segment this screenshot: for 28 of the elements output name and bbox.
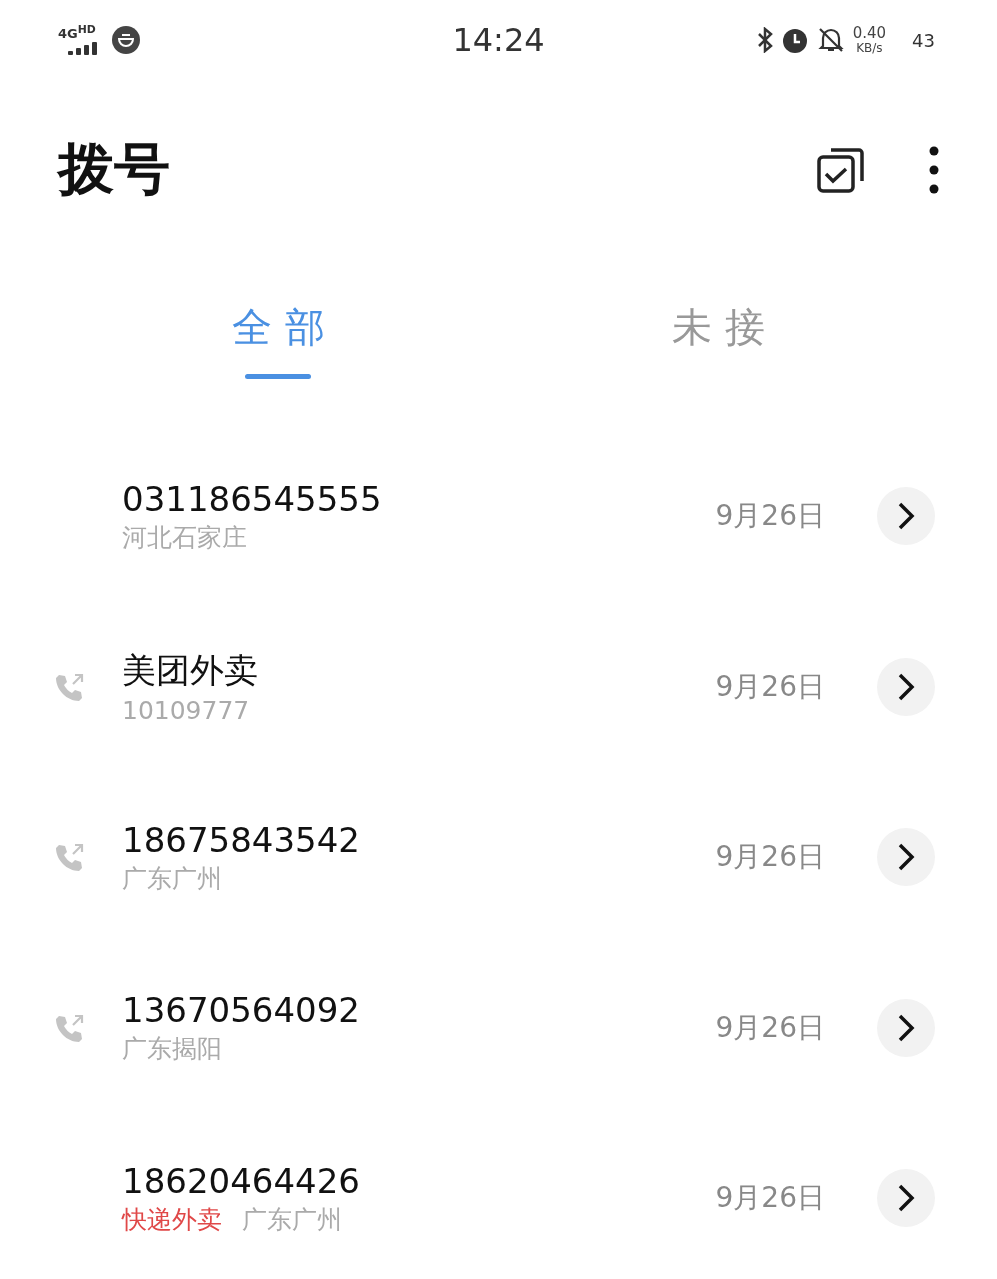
call-detail: 广东揭阳 bbox=[122, 1033, 222, 1066]
contact-name: 18675843542 bbox=[122, 819, 361, 860]
alarm-icon bbox=[780, 26, 809, 54]
clock-time: 14:24 bbox=[452, 21, 545, 59]
call-date: 9月26日 bbox=[715, 668, 825, 705]
bluetooth-icon bbox=[756, 27, 773, 53]
contact-name: 18620464426 bbox=[122, 1160, 361, 1201]
call-detail: 广东广州 bbox=[242, 1203, 342, 1236]
contact-name: 美团外卖 bbox=[122, 649, 259, 693]
call-date: 9月26日 bbox=[715, 1180, 825, 1217]
notification-icon bbox=[112, 26, 140, 54]
call-detail: 河北石家庄 bbox=[122, 521, 247, 554]
more-menu-icon[interactable] bbox=[929, 146, 939, 194]
battery-level: 43 bbox=[912, 29, 935, 51]
muted-bell-icon bbox=[816, 26, 845, 54]
contact-name: 031186545555 bbox=[122, 478, 383, 519]
tab[interactable]: 未 接 bbox=[672, 300, 766, 379]
network-speed: 0.40 KB/s bbox=[852, 25, 887, 55]
call-detail: 广东广州 bbox=[122, 862, 222, 895]
tab[interactable]: 全 部 bbox=[231, 300, 325, 379]
call-date: 9月26日 bbox=[715, 1009, 825, 1046]
page-title: 拨号 bbox=[58, 135, 171, 203]
contact-name: 13670564092 bbox=[122, 990, 361, 1031]
contact-tag: 快递外卖 bbox=[122, 1202, 222, 1236]
call-detail: 10109777 bbox=[122, 696, 250, 726]
call-date: 9月26日 bbox=[715, 498, 825, 535]
network-indicator: 4G$^{HD}$ bbox=[58, 25, 100, 55]
call-date: 9月26日 bbox=[715, 839, 825, 876]
